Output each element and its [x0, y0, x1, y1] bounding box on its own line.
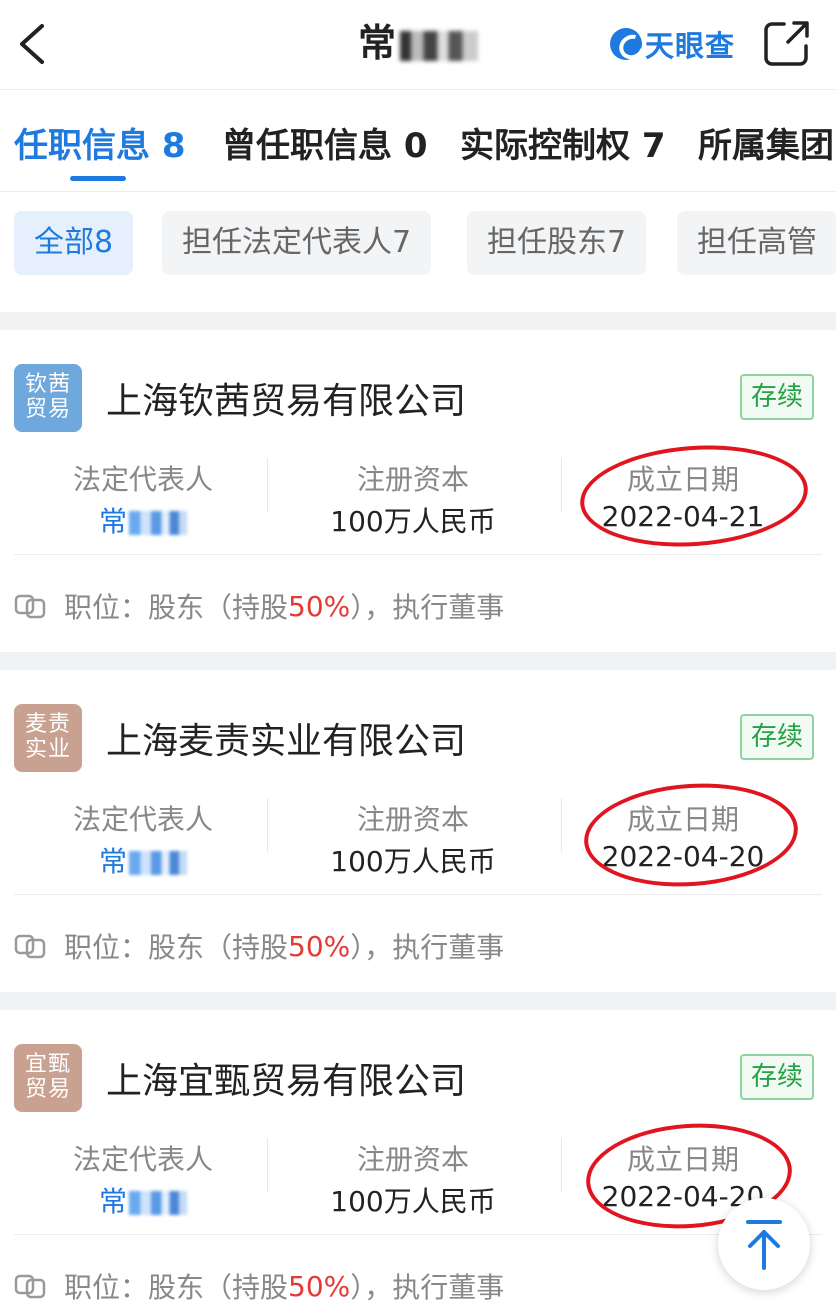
tab-positions[interactable]: 任职信息 8: [14, 118, 186, 167]
legal-rep-value[interactable]: 常: [8, 840, 278, 880]
company-card[interactable]: 宜甄贸易 上海宜甄贸易有限公司 存续 法定代表人 常 注册资本 100万人民币 …: [0, 1010, 836, 1302]
filter-all[interactable]: 全部8: [14, 211, 134, 275]
capital-value: 100万人民币: [330, 1185, 496, 1218]
company-name[interactable]: 上海麦责实业有限公司: [106, 712, 466, 764]
redacted-name: [129, 511, 187, 535]
company-logo: 钦茜贸易: [14, 364, 82, 432]
filter-legal-rep[interactable]: 担任法定代表人7: [162, 211, 432, 275]
filter-shareholder[interactable]: 担任股东7: [467, 211, 647, 275]
redacted-name: [129, 1191, 187, 1215]
link-icon: [14, 594, 46, 619]
legal-rep-name: 常: [98, 1185, 127, 1218]
tab-actual-control[interactable]: 实际控制权 7: [460, 118, 666, 167]
status-badge: 存续: [740, 714, 814, 760]
legal-rep-name: 常: [98, 505, 127, 538]
legal-rep-value[interactable]: 常: [8, 500, 278, 540]
page-title-text: 常: [357, 21, 396, 65]
position-prefix: 职位：股东（持股: [64, 591, 289, 624]
tab-bar: 任职信息 8 曾任职信息 0 实际控制权 7 所属集团: [0, 90, 836, 192]
arrow-up-icon: [746, 1220, 782, 1270]
filter-executive[interactable]: 担任高管: [677, 211, 836, 275]
position-line: 职位：股东（持股 50% ），执行董事: [14, 586, 504, 626]
legal-rep-name: 常: [98, 845, 127, 878]
founded-value: 2022-04-20: [601, 840, 765, 873]
card-divider: [14, 554, 822, 555]
tab-former-positions[interactable]: 曾任职信息 0: [222, 118, 428, 167]
status-badge: 存续: [740, 1054, 814, 1100]
card-divider: [14, 1234, 822, 1235]
share-percent: 50%: [288, 1269, 351, 1302]
tab-group[interactable]: 所属集团: [698, 118, 834, 167]
brand-text: 天眼查: [645, 29, 736, 63]
position-prefix: 职位：股东（持股: [64, 931, 289, 964]
founded-label: 成立日期: [626, 803, 739, 836]
capital-label: 注册资本: [356, 803, 469, 836]
card-divider: [14, 894, 822, 895]
share-percent: 50%: [288, 589, 351, 623]
link-icon: [14, 1274, 46, 1299]
capital-label: 注册资本: [356, 1143, 469, 1176]
column-divider: [267, 1138, 268, 1192]
capital-value: 100万人民币: [330, 505, 496, 538]
capital-label: 注册资本: [356, 463, 469, 496]
company-name[interactable]: 上海宜甄贸易有限公司: [106, 1052, 466, 1104]
founded-label: 成立日期: [626, 1143, 739, 1176]
redacted-name: [129, 851, 187, 875]
filter-bar: 全部8 担任法定代表人7 担任股东7 担任高管: [0, 192, 836, 292]
tianyancha-logo: 天眼查: [610, 24, 735, 64]
column-divider: [267, 798, 268, 852]
column-divider: [267, 458, 268, 512]
founded-label: 成立日期: [626, 463, 739, 496]
legal-rep-label: 法定代表人: [72, 463, 213, 496]
status-badge: 存续: [740, 374, 814, 420]
company-name[interactable]: 上海钦茜贸易有限公司: [106, 372, 466, 424]
top-bar: 常 天眼查: [0, 0, 836, 90]
section-gap: [0, 312, 836, 330]
founded-value: 2022-04-21: [601, 500, 765, 533]
share-percent: 50%: [288, 929, 351, 963]
tianyancha-mark-icon: [610, 28, 642, 60]
legal-rep-label: 法定代表人: [72, 803, 213, 836]
share-icon[interactable]: [762, 18, 812, 68]
legal-rep-label: 法定代表人: [72, 1143, 213, 1176]
link-icon: [14, 934, 46, 959]
capital-value: 100万人民币: [330, 845, 496, 878]
section-gap: [0, 992, 836, 1010]
position-prefix: 职位：股东（持股: [64, 1271, 289, 1302]
redacted-name: [400, 30, 478, 61]
company-logo: 麦责实业: [14, 704, 82, 772]
position-line: 职位：股东（持股 50% ），执行董事: [14, 926, 504, 966]
position-suffix: ），执行董事: [350, 591, 505, 624]
legal-rep-value[interactable]: 常: [8, 1180, 278, 1220]
position-line: 职位：股东（持股 50% ），执行董事: [14, 1266, 504, 1302]
company-card[interactable]: 钦茜贸易 上海钦茜贸易有限公司 存续 法定代表人 常 注册资本 100万人民币 …: [0, 330, 836, 652]
company-logo: 宜甄贸易: [14, 1044, 82, 1112]
position-suffix: ），执行董事: [350, 1271, 505, 1302]
company-card[interactable]: 麦责实业 上海麦责实业有限公司 存续 法定代表人 常 注册资本 100万人民币 …: [0, 670, 836, 992]
position-suffix: ），执行董事: [350, 931, 505, 964]
back-to-top-button[interactable]: [718, 1198, 810, 1290]
section-gap: [0, 652, 836, 670]
active-tab-indicator: [70, 176, 126, 181]
